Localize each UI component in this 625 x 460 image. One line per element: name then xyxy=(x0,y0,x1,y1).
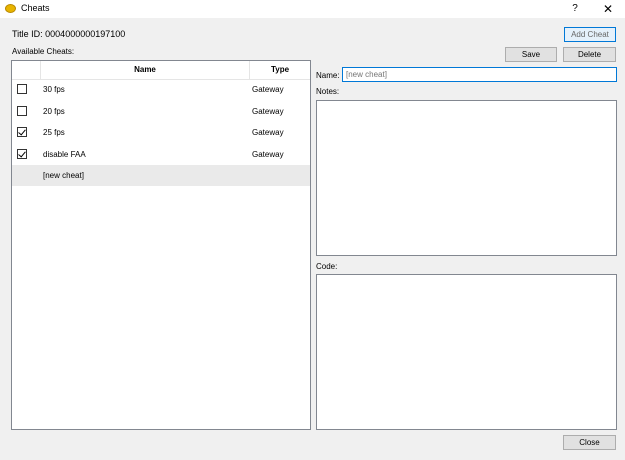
type-column-header[interactable]: Type xyxy=(250,61,310,79)
notes-label: Notes: xyxy=(316,87,340,96)
available-cheats-label: Available Cheats: xyxy=(12,47,75,56)
cheats-list[interactable]: Name Type 30 fps Gateway 20 fps Gateway … xyxy=(11,60,311,430)
table-row[interactable]: 20 fps Gateway xyxy=(12,101,310,122)
cheat-name: 25 fps xyxy=(43,128,65,137)
title-bar: Cheats ? ✕ xyxy=(0,0,625,18)
table-row[interactable]: 30 fps Gateway xyxy=(12,79,310,100)
name-label: Name: xyxy=(316,71,340,80)
close-icon[interactable]: ✕ xyxy=(597,0,619,18)
checkbox-icon[interactable] xyxy=(17,106,27,116)
cheat-name-input[interactable] xyxy=(342,67,617,82)
code-label: Code: xyxy=(316,262,338,271)
coin-icon xyxy=(5,4,16,13)
checkbox-icon[interactable] xyxy=(17,127,27,137)
cheat-name: disable FAA xyxy=(43,150,86,159)
cheat-type: Gateway xyxy=(252,85,284,94)
add-cheat-button[interactable]: Add Cheat xyxy=(564,27,616,42)
notes-textarea[interactable] xyxy=(316,100,617,256)
table-row[interactable]: disable FAA Gateway xyxy=(12,144,310,165)
help-icon[interactable]: ? xyxy=(566,0,584,18)
delete-button[interactable]: Delete xyxy=(563,47,616,62)
table-row[interactable]: [new cheat] xyxy=(12,165,310,186)
cheat-type: Gateway xyxy=(252,128,284,137)
cheat-type: Gateway xyxy=(252,107,284,116)
cheat-name: 30 fps xyxy=(43,85,65,94)
window-title: Cheats xyxy=(21,3,50,13)
cheats-dialog: Cheats ? ✕ Title ID: 0004000000197100 Av… xyxy=(0,0,625,460)
close-button[interactable]: Close xyxy=(563,435,616,450)
cheat-type: Gateway xyxy=(252,150,284,159)
cheat-name: [new cheat] xyxy=(43,171,84,180)
name-column-header[interactable]: Name xyxy=(41,61,249,79)
cheat-name: 20 fps xyxy=(43,107,65,116)
code-textarea[interactable] xyxy=(316,274,617,430)
checkbox-icon[interactable] xyxy=(17,149,27,159)
table-row[interactable]: 25 fps Gateway xyxy=(12,122,310,143)
list-header: Name Type xyxy=(12,61,310,80)
title-id-label: Title ID: 0004000000197100 xyxy=(12,29,126,39)
save-button[interactable]: Save xyxy=(505,47,557,62)
checkbox-icon[interactable] xyxy=(17,84,27,94)
